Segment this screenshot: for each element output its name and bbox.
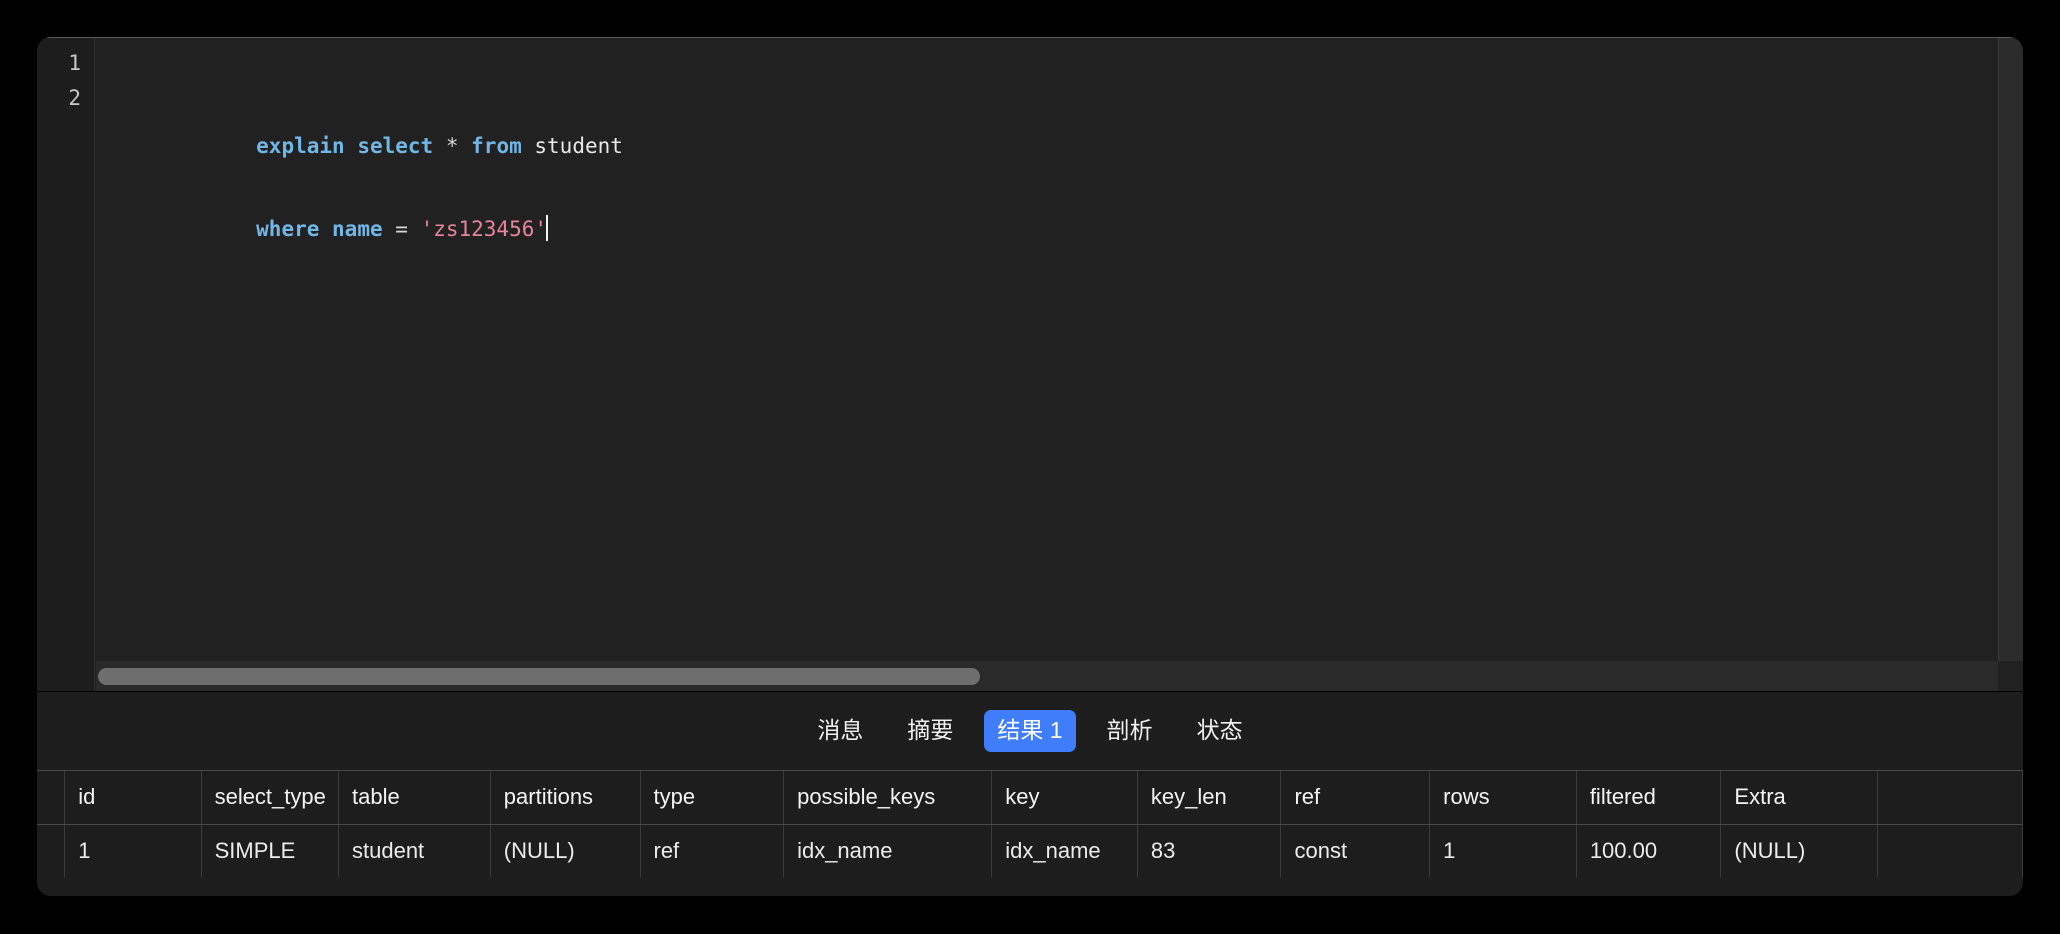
- column-header-key-len[interactable]: key_len: [1137, 771, 1282, 825]
- table-header-row: id select_type table partitions type pos…: [37, 771, 2023, 825]
- cell-possible-keys[interactable]: idx_name: [783, 824, 993, 877]
- results-pane: 消息 摘要 结果 1 剖析 状态 id select_type table pa…: [37, 691, 2023, 896]
- sql-token-keyword: explain: [256, 134, 345, 158]
- sql-code-area[interactable]: explain select * from student where name…: [96, 38, 1999, 661]
- tab-summary[interactable]: 摘要: [894, 710, 966, 752]
- code-line-2: where name = 'zs123456': [155, 177, 1999, 241]
- sql-editor-pane[interactable]: 1 2 explain select * from student where …: [37, 37, 2023, 691]
- sql-token-identifier: student: [534, 134, 623, 158]
- column-header-filtered[interactable]: filtered: [1576, 771, 1722, 825]
- column-header-ref[interactable]: ref: [1280, 771, 1431, 825]
- results-tab-bar: 消息 摘要 结果 1 剖析 状态: [37, 692, 2023, 770]
- sql-token-keyword: from: [471, 134, 522, 158]
- sql-token-keyword: select: [357, 134, 434, 158]
- explain-result-table: id select_type table partitions type pos…: [37, 771, 2023, 877]
- row-header-cell[interactable]: [37, 824, 66, 877]
- cell-extra[interactable]: (NULL): [1720, 824, 1879, 877]
- cell-ref[interactable]: const: [1280, 824, 1431, 877]
- sql-token-string: 'zs123456': [420, 217, 548, 241]
- column-header-rows[interactable]: rows: [1429, 771, 1577, 825]
- tab-status[interactable]: 状态: [1184, 710, 1256, 752]
- column-header-table[interactable]: table: [338, 771, 491, 825]
- sql-token-operator: *: [445, 134, 459, 158]
- cell-filtered[interactable]: 100.00: [1576, 824, 1722, 877]
- tab-messages[interactable]: 消息: [804, 710, 876, 752]
- column-header-partitions[interactable]: partitions: [490, 771, 641, 825]
- cell-empty[interactable]: [1877, 824, 2023, 877]
- cell-type[interactable]: ref: [640, 824, 785, 877]
- text-cursor: [546, 215, 549, 241]
- editor-line-number-gutter: 1 2: [37, 38, 95, 691]
- cell-id[interactable]: 1: [64, 824, 202, 877]
- column-header-extra[interactable]: Extra: [1720, 771, 1879, 825]
- sql-token-keyword: name: [332, 217, 383, 241]
- tab-result-1[interactable]: 结果 1: [984, 710, 1076, 752]
- cell-select-type[interactable]: SIMPLE: [201, 824, 340, 877]
- column-header-id[interactable]: id: [64, 771, 202, 825]
- column-header-possible-keys[interactable]: possible_keys: [783, 771, 993, 825]
- cell-table[interactable]: student: [338, 824, 491, 877]
- row-header-corner: [37, 771, 66, 825]
- cell-key-len[interactable]: 83: [1137, 824, 1282, 877]
- explain-result-table-container[interactable]: id select_type table partitions type pos…: [37, 770, 2023, 896]
- cell-rows[interactable]: 1: [1429, 824, 1577, 877]
- line-number: 2: [68, 86, 81, 110]
- column-header-select-type[interactable]: select_type: [201, 771, 340, 825]
- cell-partitions[interactable]: (NULL): [490, 824, 641, 877]
- cell-key[interactable]: idx_name: [991, 824, 1138, 877]
- sql-token-keyword: where: [256, 217, 320, 241]
- line-number: 1: [68, 51, 81, 75]
- code-line-1: explain select * from student: [155, 94, 1999, 158]
- editor-horizontal-scrollbar-thumb[interactable]: [98, 668, 980, 685]
- column-header-type[interactable]: type: [640, 771, 785, 825]
- editor-vertical-scrollbar[interactable]: [1998, 38, 2023, 661]
- column-header-empty[interactable]: [1877, 771, 2023, 825]
- column-header-key[interactable]: key: [991, 771, 1138, 825]
- table-row[interactable]: 1 SIMPLE student (NULL) ref idx_name idx…: [37, 824, 2023, 877]
- sql-token-operator: =: [395, 217, 408, 241]
- sql-client-window: 1 2 explain select * from student where …: [37, 37, 2023, 896]
- tab-profile[interactable]: 剖析: [1094, 710, 1166, 752]
